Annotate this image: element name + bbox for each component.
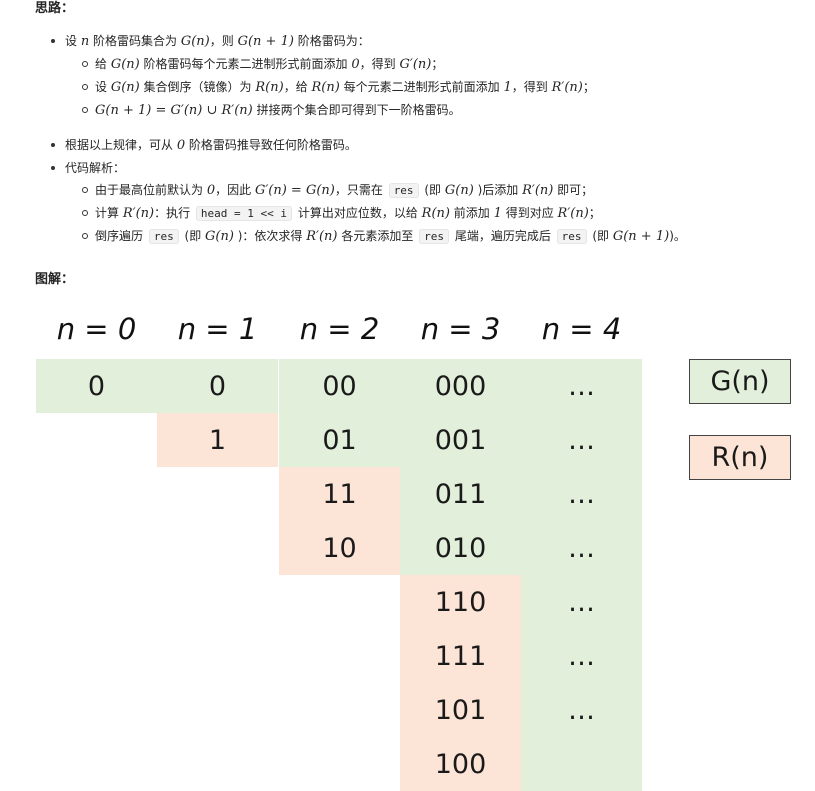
order-label-n3: n = 3 xyxy=(420,312,501,346)
code-cell: 000 xyxy=(400,359,521,413)
code-cell: 111 xyxy=(400,629,521,683)
code-cell: … xyxy=(521,413,642,467)
list-item: 由于最高位前默认为 0，因此 G′(n) = G(n)，只需在 res (即 G… xyxy=(65,179,805,202)
code-cell: 0 xyxy=(157,359,278,413)
list-item: 计算 R′(n)：执行 head = 1 << i 计算出对应位数，以给 R(n… xyxy=(65,202,805,225)
legend-r: R(n) xyxy=(689,435,791,480)
list-item: 设 n 阶格雷码集合为 G(n)，则 G(n + 1) 阶格雷码为： 给 G(n… xyxy=(35,30,805,122)
list-item: 倒序遍历 res (即 G(n) )：依次求得 R′(n) 各元素添加至 res… xyxy=(65,225,805,248)
list-item: 设 G(n) 集合倒序（镜像）为 R(n)，给 R(n) 每个元素二进制形式前面… xyxy=(65,76,805,99)
sub-list: 给 G(n) 阶格雷码每个元素二进制形式前面添加 0，得到 G′(n)； 设 G… xyxy=(65,53,805,122)
list-item: G(n + 1) = G′(n) ∪ R′(n) 拼接两个集合即可得到下一阶格雷… xyxy=(65,99,805,122)
code-cell: 00 xyxy=(279,359,400,413)
code-cell: 10 xyxy=(279,521,400,575)
inline-code: head = 1 << i xyxy=(195,206,293,221)
code-cell: 01 xyxy=(279,413,400,467)
inline-code: res xyxy=(388,183,419,198)
list-item: 代码解析： 由于最高位前默认为 0，因此 G′(n) = G(n)，只需在 re… xyxy=(35,157,805,248)
code-cell: … xyxy=(521,629,642,683)
heading-diagram: 图解： xyxy=(35,272,75,287)
inline-code: res xyxy=(148,229,179,244)
code-cell: … xyxy=(521,521,642,575)
gray-code-diagram: n = 0 n = 1 n = 2 n = 3 n = 4 0 0 1 00 0… xyxy=(0,300,815,791)
code-cell-blank xyxy=(521,737,642,791)
code-cell: 001 xyxy=(400,413,521,467)
list-item: 根据以上规律，可从 0 阶格雷码推导致任何阶格雷码。 xyxy=(35,134,805,157)
order-label-n2: n = 2 xyxy=(299,312,380,346)
code-cell: 110 xyxy=(400,575,521,629)
code-cell: … xyxy=(521,467,642,521)
code-cell: … xyxy=(521,575,642,629)
code-cell: 11 xyxy=(279,467,400,521)
sub-list: 由于最高位前默认为 0，因此 G′(n) = G(n)，只需在 res (即 G… xyxy=(65,179,805,248)
approach-list: 设 n 阶格雷码集合为 G(n)，则 G(n + 1) 阶格雷码为： 给 G(n… xyxy=(35,30,805,122)
explanation-list: 根据以上规律，可从 0 阶格雷码推导致任何阶格雷码。 代码解析： 由于最高位前默… xyxy=(35,134,805,248)
code-cell: 100 xyxy=(400,737,521,791)
code-cell: 1 xyxy=(157,413,278,467)
list-item: 给 G(n) 阶格雷码每个元素二进制形式前面添加 0，得到 G′(n)； xyxy=(65,53,805,76)
legend-g: G(n) xyxy=(689,359,791,404)
code-cell: 101 xyxy=(400,683,521,737)
code-cell: 010 xyxy=(400,521,521,575)
code-cell: 011 xyxy=(400,467,521,521)
inline-code: res xyxy=(556,229,587,244)
code-cell: … xyxy=(521,683,642,737)
order-label-n0: n = 0 xyxy=(56,312,137,346)
inline-code: res xyxy=(419,229,450,244)
heading-thinking: 思路： xyxy=(35,1,75,16)
order-label-n4: n = 4 xyxy=(541,312,622,346)
code-cell: … xyxy=(521,359,642,413)
order-label-n1: n = 1 xyxy=(177,312,258,346)
code-cell: 0 xyxy=(36,359,157,413)
